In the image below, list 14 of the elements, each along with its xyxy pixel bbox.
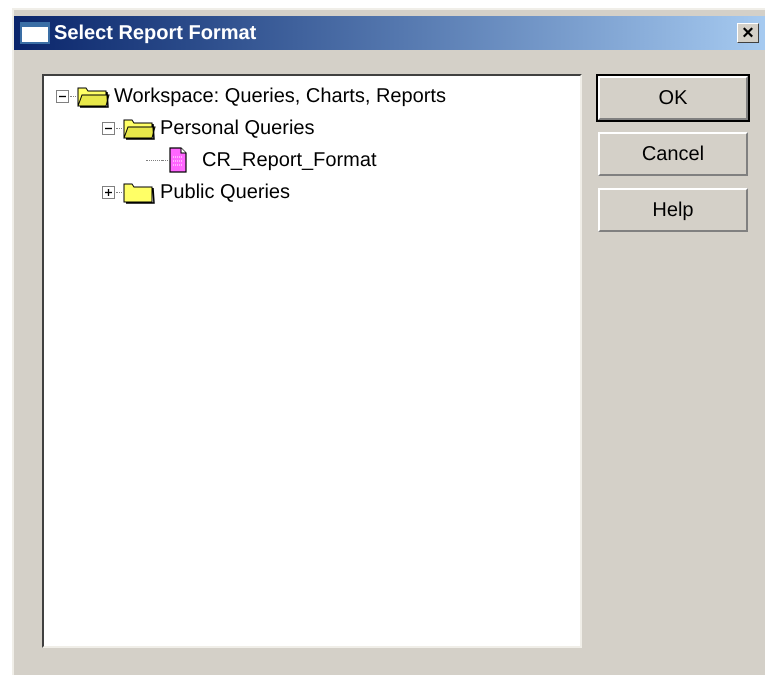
dialog-button[interactable]: Help (598, 188, 748, 232)
collapse-toggle[interactable] (102, 122, 114, 134)
window-icon (20, 22, 50, 44)
tree-item-label[interactable]: Workspace: Queries, Charts, Reports (114, 81, 446, 111)
tree-item-label[interactable]: Personal Queries (160, 113, 315, 143)
close-button[interactable]: × (737, 23, 759, 43)
window-title: Select Report Format (54, 21, 258, 46)
dialog-button[interactable]: Cancel (598, 132, 748, 176)
report-file-icon (168, 147, 188, 173)
collapse-toggle[interactable] (56, 90, 68, 102)
tree-item-label[interactable]: CR_Report_Format (202, 145, 377, 175)
expand-toggle[interactable] (102, 186, 114, 198)
dialog-button[interactable]: OK (598, 76, 748, 120)
tree-item-label[interactable]: Public Queries (160, 177, 290, 207)
